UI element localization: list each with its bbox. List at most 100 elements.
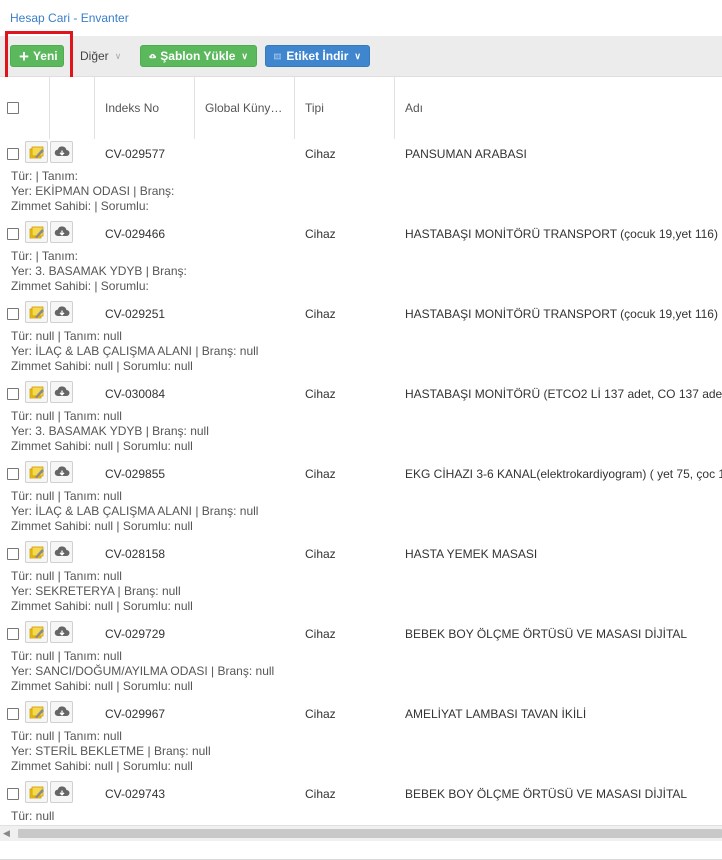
cloud-upload-icon xyxy=(149,50,156,62)
table-row[interactable]: CV-029743 Cihaz BEBEK BOY ÖLÇME ÖRTÜSÜ VE … xyxy=(0,779,722,860)
index-no: CV-029729 xyxy=(105,627,165,641)
edit-note-icon xyxy=(29,785,45,800)
download-button[interactable] xyxy=(50,621,73,643)
edit-button[interactable] xyxy=(25,541,48,563)
cloud-download-icon xyxy=(54,705,70,719)
row-checkbox[interactable] xyxy=(7,468,19,480)
edit-note-icon xyxy=(29,145,45,160)
column-index-no[interactable]: Indeks No xyxy=(95,77,195,139)
barcode-icon xyxy=(274,50,281,63)
index-no: CV-029743 xyxy=(105,787,165,801)
index-no: CV-029251 xyxy=(105,307,165,321)
edit-button[interactable] xyxy=(25,701,48,723)
table-row[interactable]: CV-029967CihazAMELİYAT LAMBASI TAVAN İKİ… xyxy=(0,699,722,780)
edit-note-icon xyxy=(29,385,45,400)
select-all-checkbox[interactable] xyxy=(7,102,19,114)
other-button-label: Diğer xyxy=(80,49,109,63)
row-checkbox[interactable] xyxy=(7,628,19,640)
label-download-label: Etiket İndir xyxy=(286,49,348,63)
detail-location-branch: Yer: SANCI/DOĞUM/AYILMA ODASI | Branş: n… xyxy=(11,664,274,679)
table-row[interactable]: CV-029251CihazHASTABAŞI MONİTÖRÜ TRANSPO… xyxy=(0,299,722,380)
label-download-button[interactable]: Etiket İndir ∨ xyxy=(265,45,370,67)
detail-owner-responsible: Zimmet Sahibi: | Sorumlu: xyxy=(11,199,174,214)
item-name: HASTA YEMEK MASASI xyxy=(405,547,537,561)
item-type: Cihaz xyxy=(305,227,336,241)
item-type: Cihaz xyxy=(305,307,336,321)
download-button[interactable] xyxy=(50,781,73,803)
template-upload-button[interactable]: Şablon Yükle ∨ xyxy=(140,45,257,67)
detail-location-branch: Yer: SEKRETERYA | Branş: null xyxy=(11,584,193,599)
index-no: CV-029967 xyxy=(105,707,165,721)
table-row[interactable]: CV-029855CihazEKG CİHAZI 3-6 KANAL(elekt… xyxy=(0,459,722,540)
chevron-down-icon: ∨ xyxy=(115,51,122,62)
download-button[interactable] xyxy=(50,461,73,483)
edit-button[interactable] xyxy=(25,381,48,403)
row-checkbox[interactable] xyxy=(7,788,19,800)
detail-location-branch: Yer: 3. BASAMAK YDYB | Branş: null xyxy=(11,424,209,439)
item-details: Tür: null | Tanım: nullYer: SANCI/DOĞUM/… xyxy=(11,649,274,694)
edit-note-icon xyxy=(29,305,45,320)
item-type: Cihaz xyxy=(305,787,336,801)
row-checkbox[interactable] xyxy=(7,548,19,560)
new-button[interactable]: + Yeni xyxy=(10,45,64,67)
edit-note-icon xyxy=(29,625,45,640)
plus-icon: + xyxy=(19,48,29,65)
item-name: BEBEK BOY ÖLÇME ÖRTÜSÜ VE MASASI DİJİTAL xyxy=(405,787,687,801)
detail-location-branch: Yer: İLAÇ & LAB ÇALIŞMA ALANI | Branş: n… xyxy=(11,504,258,519)
detail-owner-responsible: Zimmet Sahibi: null | Sorumlu: null xyxy=(11,519,258,534)
item-details: Tür: null | Tanım: nullYer: STERİL BEKLE… xyxy=(11,729,211,774)
scrollbar-thumb[interactable] xyxy=(18,829,722,838)
edit-button[interactable] xyxy=(25,301,48,323)
detail-type-definition: Tür: null | Tanım: null xyxy=(11,569,193,584)
cloud-download-icon xyxy=(54,785,70,799)
item-type: Cihaz xyxy=(305,387,336,401)
breadcrumb[interactable]: Hesap Cari - Envanter xyxy=(10,11,129,25)
cloud-download-icon xyxy=(54,145,70,159)
cloud-download-icon xyxy=(54,545,70,559)
scroll-left-icon[interactable]: ◀ xyxy=(3,828,10,839)
download-button[interactable] xyxy=(50,221,73,243)
item-type: Cihaz xyxy=(305,707,336,721)
download-button[interactable] xyxy=(50,301,73,323)
column-name[interactable]: Adı xyxy=(395,77,722,139)
chevron-down-icon: ∨ xyxy=(241,51,248,62)
detail-type-definition: Tür: null | Tanım: null xyxy=(11,489,258,504)
row-checkbox[interactable] xyxy=(7,148,19,160)
edit-note-icon xyxy=(29,705,45,720)
detail-type-definition: Tür: | Tanım: xyxy=(11,249,187,264)
item-details: Tür: null | Tanım: nullYer: İLAÇ & LAB Ç… xyxy=(11,489,258,534)
detail-type-definition: Tür: null | Tanım: null xyxy=(11,729,211,744)
edit-button[interactable] xyxy=(25,141,48,163)
download-button[interactable] xyxy=(50,701,73,723)
row-checkbox[interactable] xyxy=(7,308,19,320)
edit-button[interactable] xyxy=(25,621,48,643)
item-details: Tür: | Tanım:Yer: EKİPMAN ODASI | Branş:… xyxy=(11,169,174,214)
column-global-code[interactable]: Global Künye Kodu xyxy=(195,77,295,139)
detail-owner-responsible: Zimmet Sahibi: null | Sorumlu: null xyxy=(11,439,209,454)
row-checkbox[interactable] xyxy=(7,708,19,720)
table-row[interactable]: CV-029729CihazBEBEK BOY ÖLÇME ÖRTÜSÜ VE … xyxy=(0,619,722,700)
edit-button[interactable] xyxy=(25,781,48,803)
horizontal-scrollbar[interactable]: ◀ xyxy=(0,825,722,841)
detail-type-definition: Tür: | Tanım: xyxy=(11,169,174,184)
item-details: Tür: null | Tanım: nullYer: 3. BASAMAK Y… xyxy=(11,409,209,454)
detail-location-branch: Yer: İLAÇ & LAB ÇALIŞMA ALANI | Branş: n… xyxy=(11,344,258,359)
chevron-down-icon: ∨ xyxy=(354,51,361,62)
edit-note-icon xyxy=(29,225,45,240)
table-row[interactable]: CV-028158CihazHASTA YEMEK MASASITür: nul… xyxy=(0,539,722,620)
edit-button[interactable] xyxy=(25,461,48,483)
row-checkbox[interactable] xyxy=(7,228,19,240)
row-checkbox[interactable] xyxy=(7,388,19,400)
item-name: HASTABAŞI MONİTÖRÜ (ETCO2 Lİ 137 adet, C… xyxy=(405,387,722,401)
item-name: EKG CİHAZI 3-6 KANAL(elektrokardiyogram)… xyxy=(405,467,722,481)
edit-button[interactable] xyxy=(25,221,48,243)
table-row[interactable]: CV-029466CihazHASTABAŞI MONİTÖRÜ TRANSPO… xyxy=(0,219,722,300)
download-button[interactable] xyxy=(50,141,73,163)
download-button[interactable] xyxy=(50,541,73,563)
detail-owner-responsible: Zimmet Sahibi: | Sorumlu: xyxy=(11,279,187,294)
table-row[interactable]: CV-030084CihazHASTABAŞI MONİTÖRÜ (ETCO2 … xyxy=(0,379,722,460)
column-type[interactable]: Tipi xyxy=(295,77,395,139)
table-row[interactable]: CV-029577CihazPANSUMAN ARABASITür: | Tan… xyxy=(0,139,722,220)
download-button[interactable] xyxy=(50,381,73,403)
other-dropdown-button[interactable]: Diğer ∨ xyxy=(72,45,130,67)
